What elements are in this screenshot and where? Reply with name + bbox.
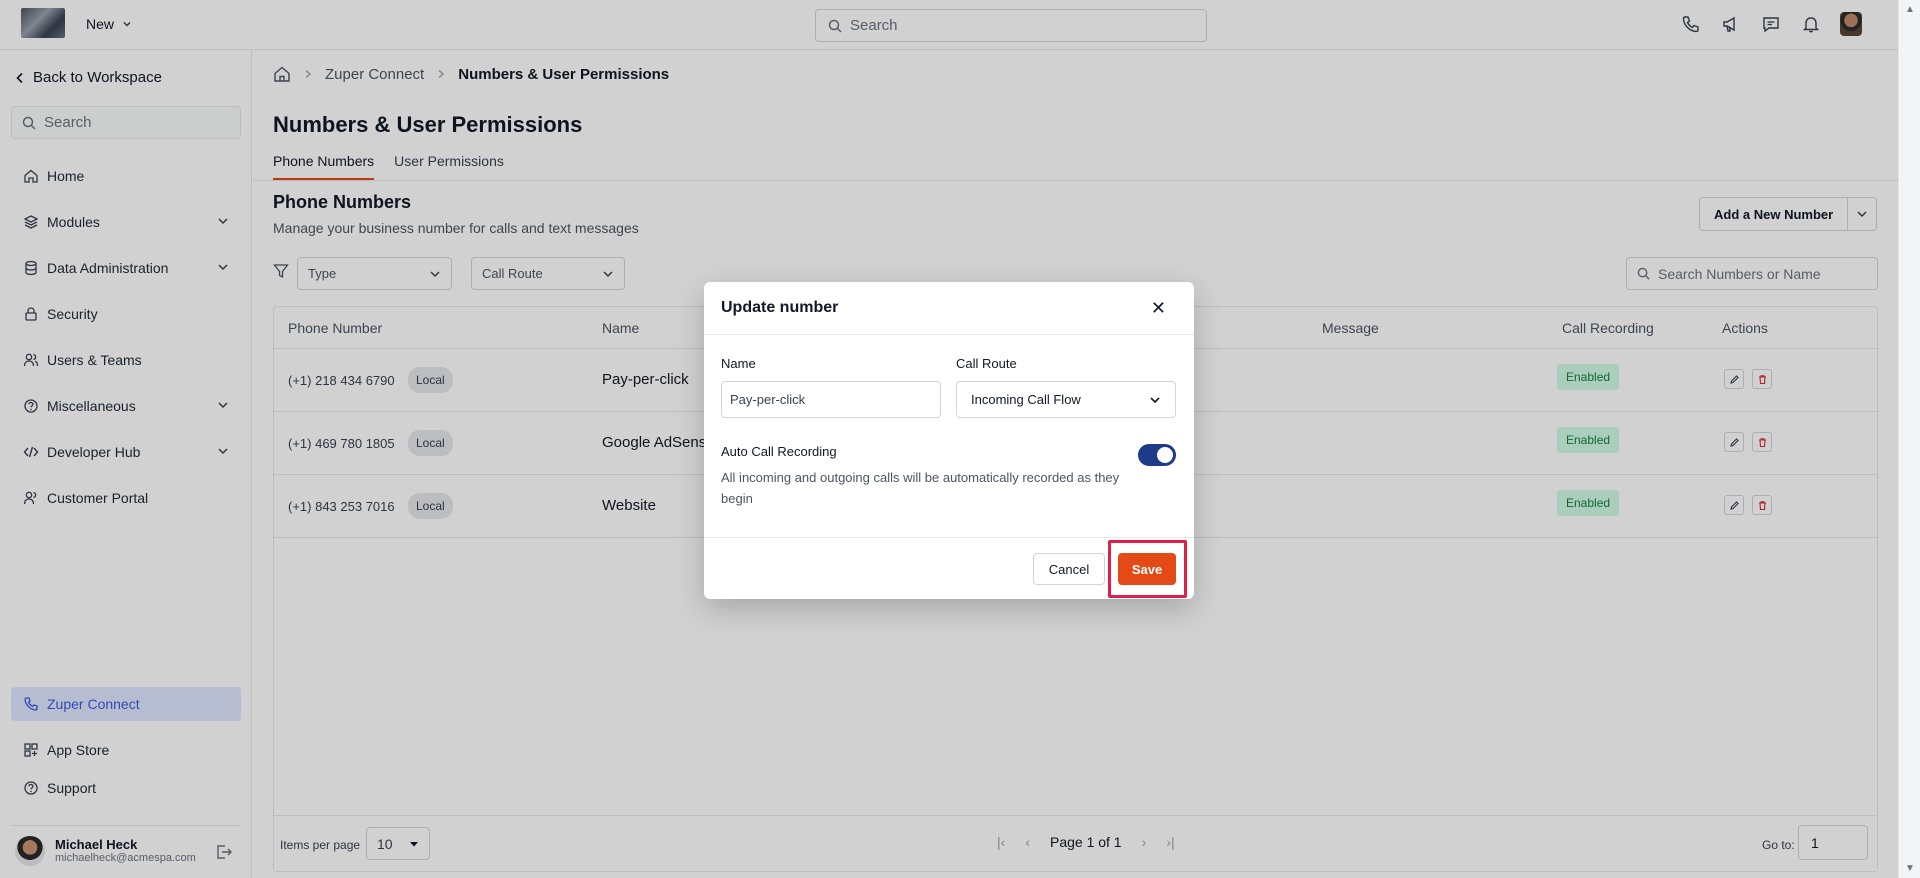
call-route-label: Call Route xyxy=(956,356,1017,371)
save-button-highlight xyxy=(1108,540,1187,598)
call-route-select[interactable]: Incoming Call Flow xyxy=(956,381,1176,418)
scroll-up-icon[interactable]: ▲ xyxy=(1905,4,1915,15)
call-route-value: Incoming Call Flow xyxy=(971,392,1081,407)
name-label: Name xyxy=(721,356,756,371)
dialog-title: Update number xyxy=(721,299,839,316)
chevron-down-icon xyxy=(1150,396,1160,403)
scrollbar[interactable]: ▲ ▼ xyxy=(1898,0,1920,878)
update-number-dialog: Update number ✕ Name Call Route Incoming… xyxy=(704,282,1194,599)
auto-call-recording-description: All incoming and outgoing calls will be … xyxy=(721,470,1120,506)
divider xyxy=(704,537,1194,538)
auto-call-recording-toggle[interactable] xyxy=(1138,444,1176,466)
close-icon[interactable]: ✕ xyxy=(1151,298,1166,319)
divider xyxy=(704,334,1194,335)
auto-call-recording-label: Auto Call Recording xyxy=(721,444,837,459)
cancel-button[interactable]: Cancel xyxy=(1033,553,1105,585)
scroll-down-icon[interactable]: ▼ xyxy=(1905,863,1915,874)
name-field[interactable] xyxy=(721,381,941,418)
